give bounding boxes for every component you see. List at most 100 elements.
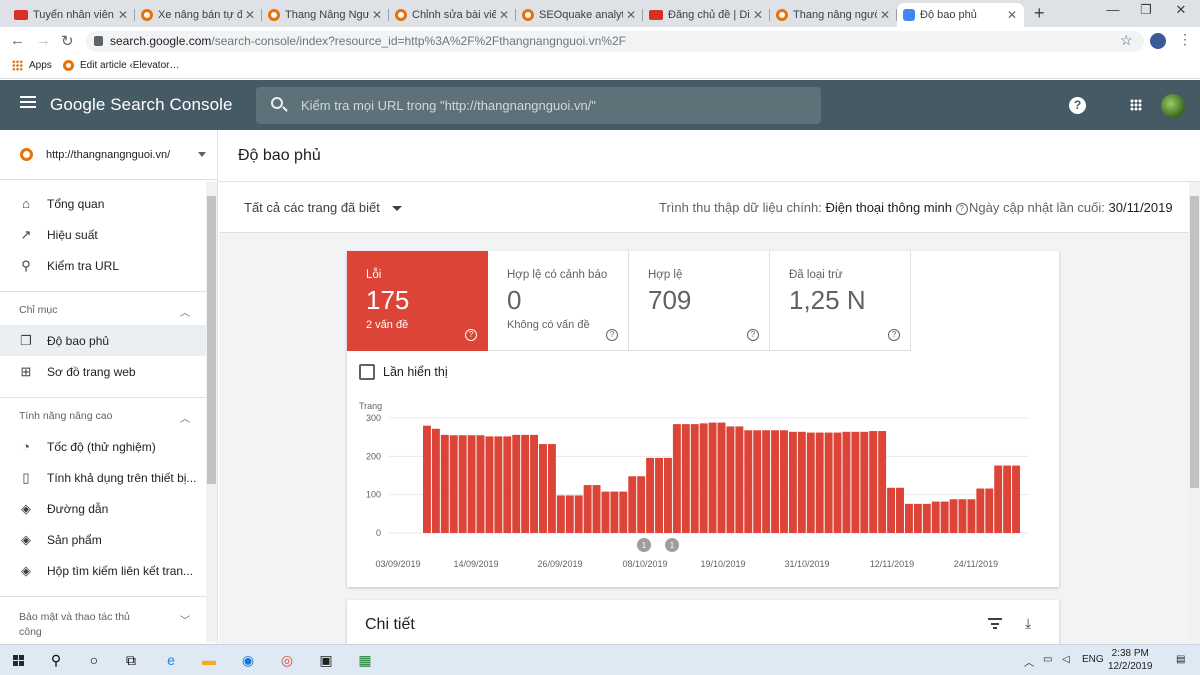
coverage-card: Lỗi 175 2 vấn đề ? Hợp lệ có cảnh báo 0 … — [347, 251, 1059, 587]
close-tab-icon[interactable]: ✕ — [750, 8, 766, 22]
browser-menu-icon[interactable]: ⋮ — [1178, 31, 1192, 48]
filter-icon[interactable] — [988, 618, 1002, 629]
zalo-icon[interactable]: ◉ — [237, 650, 259, 670]
close-tab-icon[interactable]: ✕ — [242, 8, 258, 22]
help-icon[interactable]: ? — [606, 329, 618, 341]
new-tab-button[interactable]: + — [1034, 3, 1045, 24]
sidebar-item-speed[interactable]: ◔ Tốc độ (thử nghiệm) — [0, 431, 206, 462]
sidebar-item-products[interactable]: ◈ Sản phẩm — [0, 524, 206, 555]
bar — [708, 422, 717, 533]
chevron-down-icon[interactable]: ﹀ — [180, 612, 190, 627]
help-icon[interactable]: ? — [955, 203, 968, 215]
close-window-button[interactable]: ✕ — [1158, 2, 1200, 18]
forward-icon[interactable]: → — [36, 32, 51, 49]
sidebar-item-breadcrumbs[interactable]: ◈ Đường dẫn — [0, 493, 206, 524]
product-title: Google Search Console — [50, 95, 233, 114]
chevron-up-icon[interactable]: ︿ — [180, 410, 190, 425]
bar — [610, 491, 619, 533]
edge-icon[interactable]: e — [160, 650, 182, 670]
help-icon[interactable]: ? — [465, 329, 477, 341]
profile-avatar[interactable] — [1150, 33, 1166, 49]
stat-valid-warning[interactable]: Hợp lệ có cảnh báo 0 Không có vấn đề ? — [488, 251, 629, 351]
section-security: Bảo mật và thao tác thủ công — [19, 611, 130, 638]
download-icon[interactable]: ⤓ — [1025, 615, 1031, 632]
browser-tab[interactable]: Chỉnh sửa bài viết ✕ — [389, 3, 516, 27]
reload-icon[interactable]: ↻ — [61, 32, 74, 50]
search-icon[interactable]: ⚲ — [45, 650, 67, 670]
chevron-up-icon[interactable]: ︿ — [180, 304, 190, 319]
sidebar-item-url-inspection[interactable]: ⚲ Kiểm tra URL — [0, 250, 206, 281]
notification-icon[interactable]: ▤ — [1176, 654, 1185, 665]
sidebar-scrollbar[interactable] — [206, 182, 217, 642]
close-tab-icon[interactable]: ✕ — [496, 8, 512, 22]
main-scrollbar[interactable] — [1189, 182, 1200, 644]
browser-tab[interactable]: SEOquake analytic✕ — [516, 3, 643, 27]
bar — [512, 434, 521, 533]
sidebar-item-overview[interactable]: ⌂ Tổng quan — [0, 188, 206, 219]
bar — [565, 495, 574, 533]
help-icon[interactable]: ? — [888, 329, 900, 341]
stat-value: 175 — [366, 285, 410, 315]
back-icon[interactable]: ← — [10, 32, 25, 49]
sidebar-item-mobile-usability[interactable]: ▯ Tính khả dụng trên thiết bị... — [0, 462, 206, 493]
url-field[interactable]: search.google.com/search-console/index?r… — [86, 31, 1144, 52]
bookmark-apps[interactable]: Apps — [12, 60, 52, 71]
caret-down-icon — [198, 152, 206, 157]
search-icon — [271, 97, 283, 109]
home-icon: ⌂ — [22, 196, 30, 211]
orange-circle-icon — [268, 9, 280, 21]
caret-down-icon[interactable] — [392, 206, 402, 211]
sidebar-item-performance[interactable]: ↗ Hiệu suất — [0, 219, 206, 250]
browser-tab[interactable]: Xe nâng bán tự độ ✕ — [135, 3, 262, 27]
chrome-icon[interactable]: ◎ — [276, 650, 298, 670]
clock[interactable]: 2:38 PM 12/2/2019 — [1108, 647, 1153, 673]
stat-excluded[interactable]: Đã loại trừ 1,25 N ? — [770, 251, 911, 351]
url-inspect-search[interactable]: Kiểm tra mọi URL trong "http://thangnang… — [256, 87, 821, 124]
url-host: search.google.com — [110, 34, 212, 48]
page-filter-dropdown[interactable]: Tất cả các trang đã biết — [244, 200, 380, 215]
file-explorer-icon[interactable]: ▬ — [198, 650, 220, 670]
bar — [922, 503, 931, 533]
browser-tab[interactable]: Thang Nâng Người✕ — [262, 3, 389, 27]
apps-grid-icon[interactable] — [1130, 99, 1142, 111]
excel-icon[interactable]: ▦ — [354, 650, 376, 670]
photos-icon[interactable]: ▣ — [315, 650, 337, 670]
network-icon[interactable]: ▭ — [1043, 654, 1052, 665]
scroll-thumb[interactable] — [1190, 196, 1199, 488]
help-icon[interactable]: ? — [1069, 97, 1086, 114]
x-tick-label: 12/11/2019 — [870, 559, 914, 569]
bookmark-edit-article[interactable]: Edit article ‹Elevator… — [63, 60, 179, 71]
impressions-checkbox[interactable] — [359, 364, 375, 380]
property-selector[interactable]: http://thangnangnguoi.vn/ — [0, 130, 217, 180]
browser-tab[interactable]: Độ bao phủ ✕ — [897, 3, 1024, 27]
windows-start-icon[interactable] — [13, 655, 24, 666]
task-view-icon[interactable]: ⧉ — [120, 650, 142, 670]
close-tab-icon[interactable]: ✕ — [369, 8, 385, 22]
close-tab-icon[interactable]: ✕ — [1004, 8, 1020, 22]
close-tab-icon[interactable]: ✕ — [115, 8, 131, 22]
stat-value: 0 — [507, 285, 522, 315]
bookmark-star-icon[interactable]: ☆ — [1120, 32, 1133, 49]
sidebar-item-sitelinks-searchbox[interactable]: ◈ Hộp tìm kiếm liên kết tran... — [0, 555, 206, 586]
close-tab-icon[interactable]: ✕ — [877, 8, 893, 22]
sidebar-item-sitemaps[interactable]: ⊞ Sơ đồ trang web — [0, 356, 206, 387]
help-icon[interactable]: ? — [747, 329, 759, 341]
tray-up-icon[interactable]: ︿ — [1024, 654, 1034, 669]
browser-tab[interactable]: Đăng chủ đề | Diễn✕ — [643, 3, 770, 27]
volume-icon[interactable]: ◁ — [1062, 654, 1070, 665]
sidebar-item-coverage[interactable]: ❐ Độ bao phủ — [0, 325, 206, 356]
browser-tab[interactable]: Tuyển nhân viên v ✕ — [8, 3, 135, 27]
cortana-icon[interactable]: ○ — [83, 650, 105, 670]
menu-icon[interactable] — [20, 96, 36, 108]
bar — [681, 424, 690, 533]
close-tab-icon[interactable]: ✕ — [623, 8, 639, 22]
stat-valid[interactable]: Hợp lệ 709 ? — [629, 251, 770, 351]
bar — [467, 435, 476, 533]
stat-value: 709 — [648, 285, 692, 315]
stat-error[interactable]: Lỗi 175 2 vấn đề ? — [347, 251, 488, 351]
updated-value: 30/11/2019 — [1108, 200, 1173, 215]
language-indicator[interactable]: ENG — [1082, 654, 1104, 665]
scroll-thumb[interactable] — [207, 196, 216, 484]
account-avatar[interactable] — [1161, 94, 1185, 118]
browser-tab[interactable]: Thang nâng người ✕ — [770, 3, 897, 27]
